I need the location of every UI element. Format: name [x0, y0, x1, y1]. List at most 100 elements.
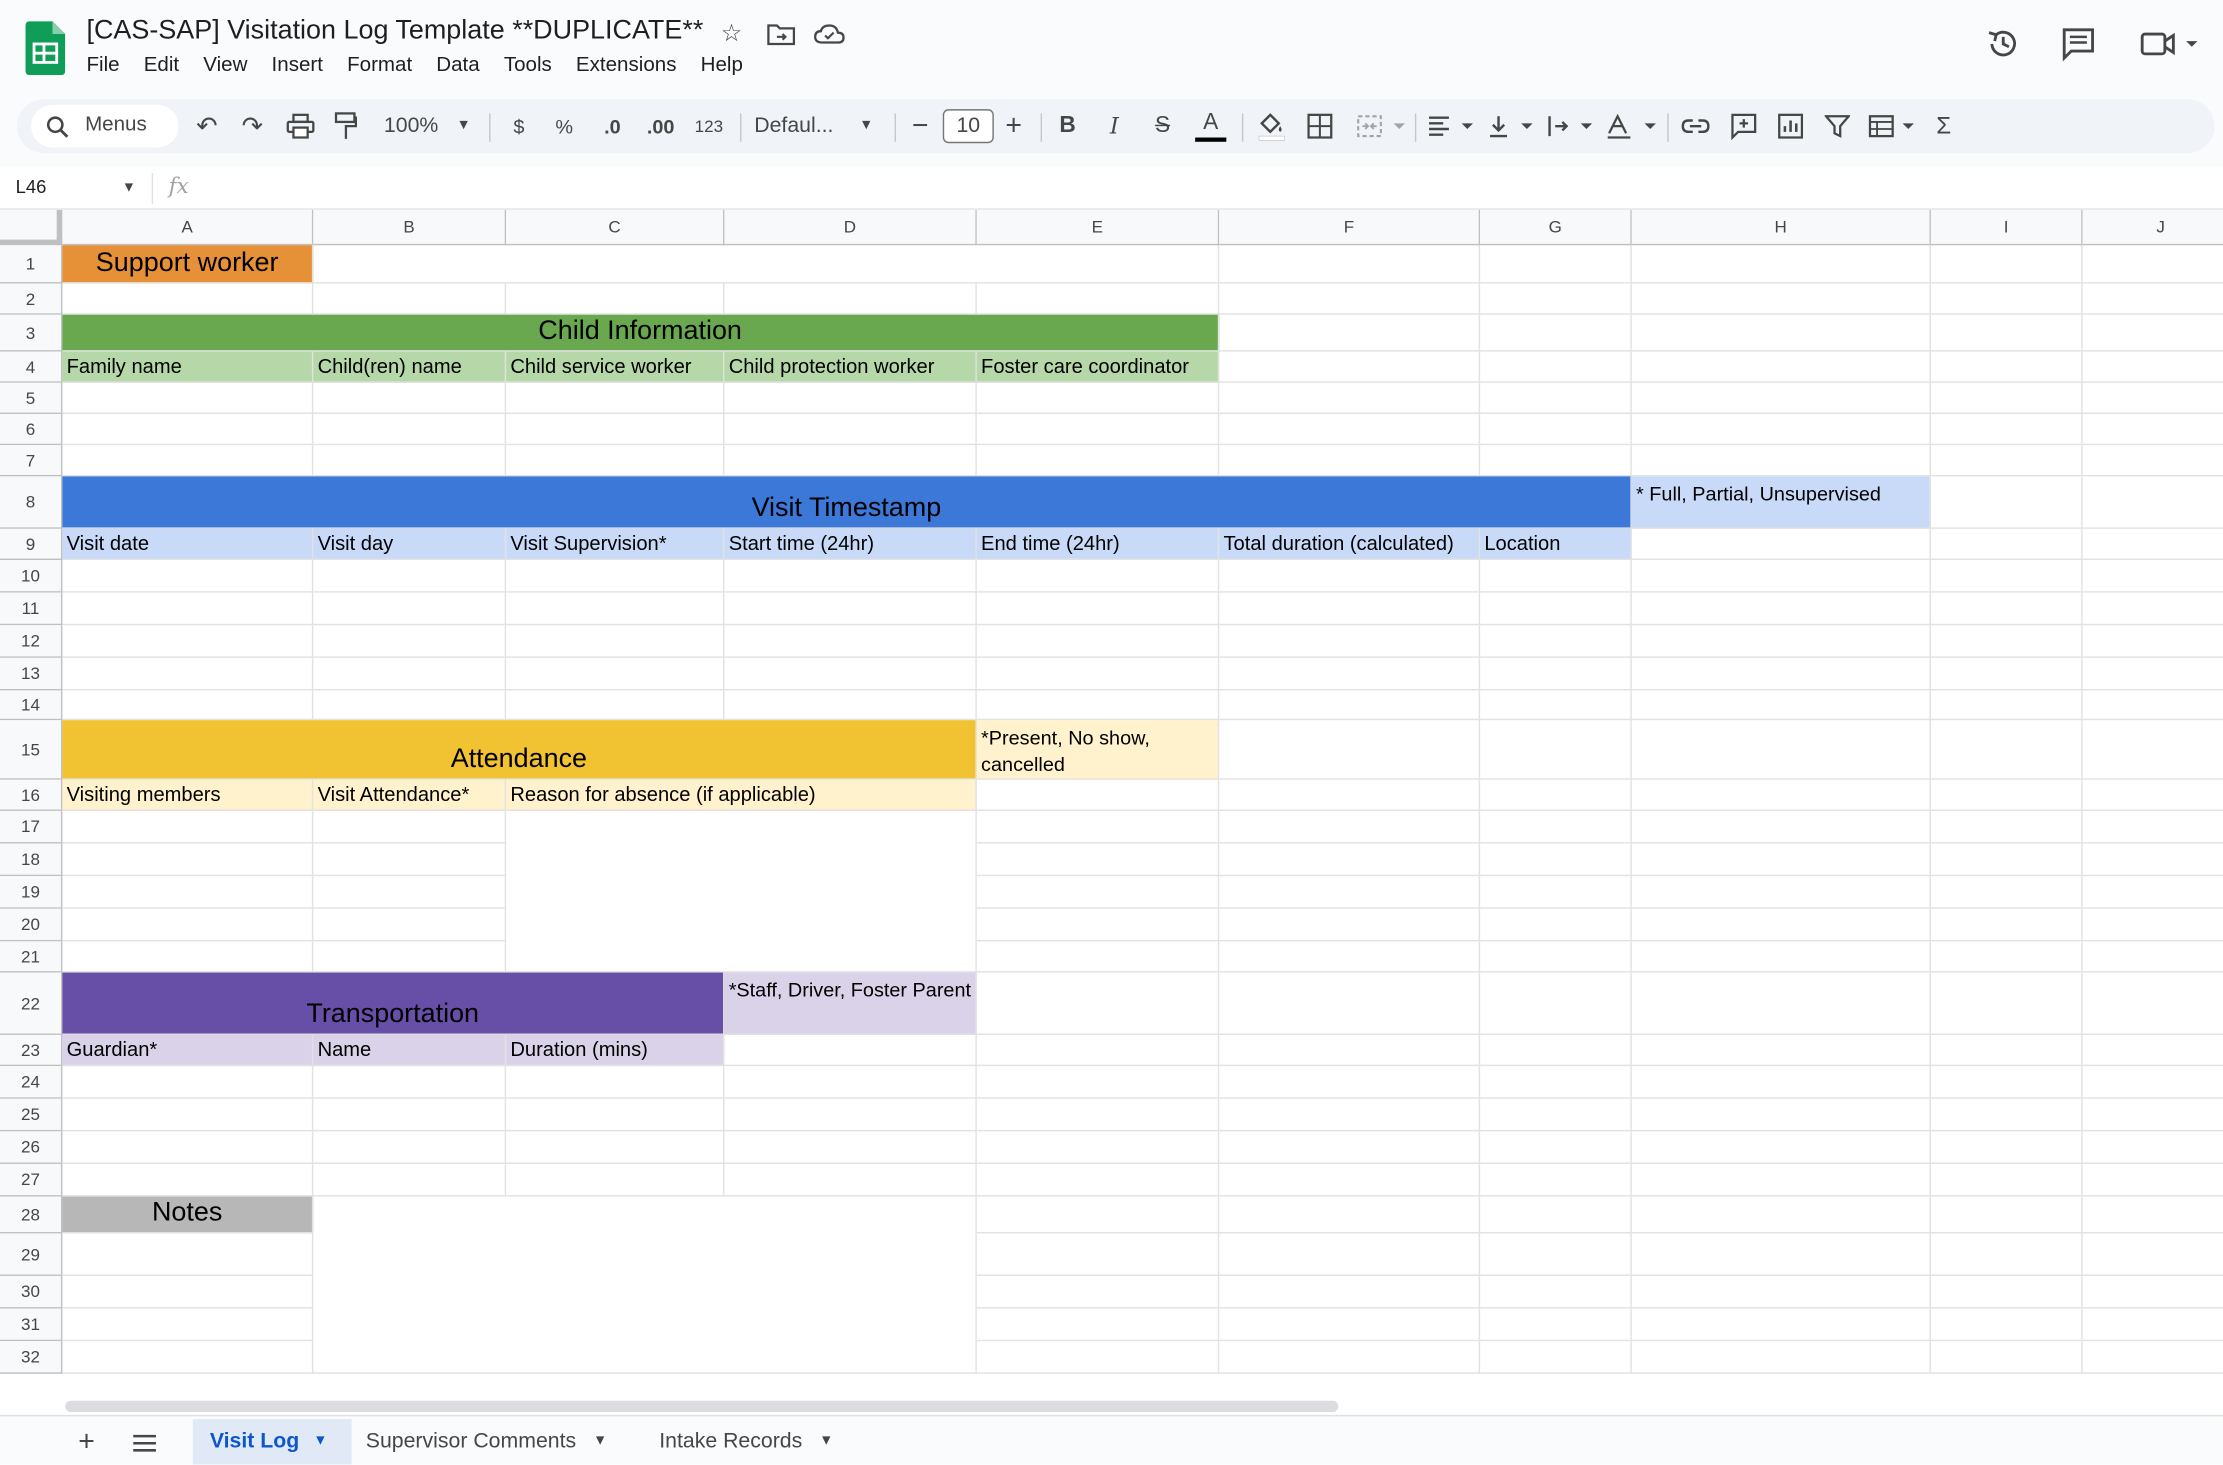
- grid-cell[interactable]: [1219, 283, 1481, 315]
- grid-cell[interactable]: [1219, 720, 1481, 780]
- row-header-10[interactable]: 10: [0, 559, 63, 593]
- grid-cell[interactable]: [1631, 908, 1931, 942]
- grid-cell[interactable]: [1480, 720, 1632, 780]
- grid-cell[interactable]: [2082, 658, 2223, 691]
- grid-cell[interactable]: [1930, 720, 2083, 780]
- grid-cell[interactable]: [976, 1098, 1220, 1132]
- transportation-column-header[interactable]: Guardian*: [62, 1034, 314, 1067]
- grid-cell[interactable]: [724, 690, 977, 721]
- child-info-column-header[interactable]: Child protection worker: [724, 351, 977, 383]
- menu-file[interactable]: File: [86, 54, 119, 77]
- grid-cell[interactable]: [1930, 351, 2083, 383]
- grid-cell[interactable]: [506, 413, 725, 446]
- grid-cell[interactable]: [1930, 625, 2083, 658]
- grid-cell-merged[interactable]: [313, 245, 1220, 284]
- decrease-decimal-button[interactable]: .0: [594, 111, 631, 142]
- row-header-24[interactable]: 24: [0, 1066, 63, 1099]
- sheet-tab-visit-log[interactable]: Visit Log ▼: [192, 1419, 352, 1465]
- grid-cell[interactable]: [1480, 1163, 1632, 1197]
- grid-cell[interactable]: [2082, 414, 2223, 446]
- grid-cell[interactable]: [1219, 972, 1481, 1035]
- grid-cell[interactable]: [1930, 1131, 2083, 1164]
- grid-cell[interactable]: [1480, 592, 1632, 626]
- sheets-logo-icon[interactable]: [25, 21, 66, 76]
- grid-cell[interactable]: [1631, 1233, 1931, 1276]
- grid-cell[interactable]: [976, 592, 1220, 626]
- grid-cell[interactable]: [1219, 1233, 1481, 1276]
- grid-cell[interactable]: [2082, 445, 2223, 477]
- grid-cell[interactable]: [1219, 625, 1481, 658]
- grid-cell[interactable]: [1219, 1308, 1481, 1342]
- grid-cell[interactable]: [1480, 625, 1632, 658]
- grid-cell[interactable]: [1930, 445, 2083, 477]
- sheet-tab-menu-icon[interactable]: ▼: [819, 1419, 833, 1464]
- grid-cell[interactable]: [2082, 1035, 2223, 1067]
- paint-format-icon[interactable]: [334, 112, 358, 140]
- grid-cell[interactable]: [976, 559, 1220, 593]
- menu-edit[interactable]: Edit: [144, 54, 179, 77]
- row-header-16[interactable]: 16: [0, 779, 63, 811]
- grid-cell[interactable]: [1219, 1163, 1481, 1197]
- grid-cell[interactable]: [1631, 972, 1931, 1035]
- add-sheet-icon[interactable]: +: [74, 1419, 100, 1464]
- menu-view[interactable]: View: [203, 54, 247, 77]
- grid-cell[interactable]: [313, 559, 507, 593]
- grid-cell[interactable]: [506, 1163, 725, 1197]
- grid-cell[interactable]: [62, 810, 314, 844]
- grid-cell[interactable]: [1219, 382, 1481, 414]
- column-header-f[interactable]: F: [1219, 209, 1481, 246]
- grid-cell[interactable]: [1631, 1341, 1931, 1374]
- grid-cell[interactable]: [976, 941, 1220, 973]
- row-header-3[interactable]: 3: [0, 314, 63, 352]
- grid-cell[interactable]: [1219, 245, 1481, 284]
- grid-cell[interactable]: [313, 1066, 507, 1099]
- grid-cell[interactable]: [976, 876, 1220, 909]
- row-header-15[interactable]: 15: [0, 720, 63, 780]
- decrease-font-size-icon[interactable]: −: [909, 111, 932, 142]
- column-header-g[interactable]: G: [1480, 209, 1632, 246]
- row-header-9[interactable]: 9: [0, 528, 63, 560]
- grid-cell[interactable]: [1480, 1131, 1632, 1164]
- grid-cell[interactable]: [506, 657, 725, 691]
- support-worker-cell[interactable]: Support worker: [62, 245, 314, 284]
- grid-cell[interactable]: [1631, 657, 1931, 691]
- grid-cell[interactable]: [976, 843, 1220, 877]
- grid-cell[interactable]: [62, 657, 314, 691]
- row-header-13[interactable]: 13: [0, 657, 63, 691]
- grid-cell[interactable]: [724, 625, 977, 658]
- child-information-header[interactable]: Child Information: [62, 314, 1220, 352]
- grid-cell[interactable]: [1219, 1275, 1481, 1309]
- grid-cell[interactable]: [2082, 560, 2223, 593]
- grid-cell[interactable]: [1631, 1098, 1931, 1132]
- child-info-column-header[interactable]: Child(ren) name: [313, 351, 507, 383]
- grid-cell[interactable]: [1480, 779, 1632, 811]
- grid-cell[interactable]: [1631, 720, 1931, 780]
- grid-cell[interactable]: [1930, 810, 2083, 844]
- grid-cell[interactable]: [724, 1066, 977, 1099]
- grid-cell[interactable]: [313, 941, 507, 973]
- attendance-header[interactable]: Attendance: [62, 720, 977, 780]
- cloud-saved-icon[interactable]: [814, 23, 845, 46]
- grid-cell[interactable]: [313, 625, 507, 658]
- grid-cell[interactable]: [1219, 779, 1481, 811]
- attendance-note[interactable]: *Present, No show, cancelled: [976, 720, 1220, 780]
- meet-video-icon[interactable]: [2138, 26, 2200, 63]
- grid-cell[interactable]: [1219, 1341, 1481, 1374]
- grid-cell[interactable]: [1930, 1196, 2083, 1234]
- filter-icon[interactable]: [1824, 113, 1851, 139]
- document-title[interactable]: [CAS-SAP] Visitation Log Template **DUPL…: [86, 16, 703, 47]
- grid-cell[interactable]: [506, 592, 725, 626]
- grid-cell[interactable]: [2082, 1099, 2223, 1132]
- grid-cell[interactable]: [1631, 843, 1931, 877]
- menu-extensions[interactable]: Extensions: [576, 54, 677, 77]
- grid-cell[interactable]: [976, 382, 1220, 414]
- grid-cell[interactable]: [1631, 941, 1931, 973]
- grid-cell[interactable]: [2082, 941, 2223, 973]
- menu-data[interactable]: Data: [436, 54, 479, 77]
- row-header-7[interactable]: 7: [0, 445, 63, 477]
- grid-cell[interactable]: [2082, 1309, 2223, 1342]
- menu-tools[interactable]: Tools: [504, 54, 552, 77]
- grid-cell[interactable]: [1930, 972, 2083, 1035]
- grid-cell[interactable]: [313, 413, 507, 446]
- row-header-1[interactable]: 1: [0, 245, 63, 284]
